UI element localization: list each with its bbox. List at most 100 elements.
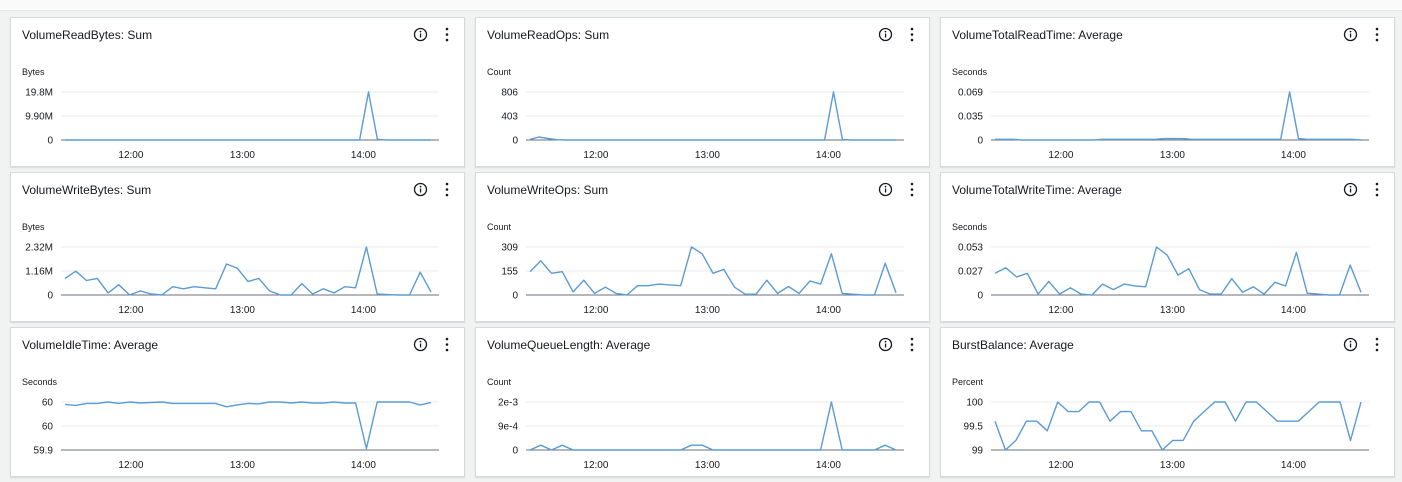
top-bar — [0, 0, 1402, 11]
x-tick-label: 12:00 — [583, 460, 608, 471]
x-tick-label: 12:00 — [118, 150, 143, 161]
info-circle-icon[interactable] — [878, 182, 893, 197]
y-tick-label: 0.069 — [958, 88, 983, 99]
x-tick-label: 13:00 — [230, 460, 255, 471]
x-tick-label: 12:00 — [118, 460, 143, 471]
x-tick-label: 12:00 — [1048, 305, 1073, 316]
y-tick-label: 806 — [501, 88, 518, 99]
widget-title: VolumeWriteBytes: Sum — [22, 183, 152, 197]
y-tick-label: 60 — [42, 422, 54, 433]
y-axis-unit: Count — [487, 377, 512, 387]
info-circle-icon[interactable] — [878, 337, 893, 352]
y-tick-label: 99.5 — [964, 422, 984, 433]
x-tick-label: 14:00 — [1281, 460, 1306, 471]
vertical-ellipsis-icon[interactable] — [1374, 336, 1380, 353]
x-tick-label: 14:00 — [351, 460, 376, 471]
y-tick-label: 0 — [977, 136, 983, 147]
y-tick-label: 9.90M — [25, 112, 53, 123]
y-tick-label: 403 — [501, 112, 518, 123]
metric-widget: 0 9e-4 2e-3 12:00 13:00 14:00 VolumeQueueLeng… — [475, 327, 930, 477]
y-tick-label: 2e-3 — [498, 398, 518, 409]
info-circle-icon[interactable] — [413, 182, 428, 197]
x-tick-label: 12:00 — [1048, 150, 1073, 161]
y-tick-label: 19.8M — [25, 88, 53, 99]
x-tick-label: 14:00 — [1281, 150, 1306, 161]
widget-title: BurstBalance: Average — [952, 338, 1074, 352]
info-circle-icon[interactable] — [878, 27, 893, 42]
x-tick-label: 14:00 — [351, 150, 376, 161]
y-axis-unit: Seconds — [22, 377, 58, 387]
info-circle-icon[interactable] — [413, 27, 428, 42]
y-tick-label: 60 — [42, 398, 54, 409]
x-tick-label: 14:00 — [351, 305, 376, 316]
metric-widget: 0 9.90M 19.8M 12:00 13:00 14:00 VolumeReadByt… — [10, 17, 465, 167]
info-circle-icon[interactable] — [1343, 27, 1358, 42]
info-circle-icon[interactable] — [1343, 337, 1358, 352]
vertical-ellipsis-icon[interactable] — [444, 26, 450, 43]
metric-widget: 0 1.16M 2.32M 12:00 13:00 14:00 VolumeWriteBy… — [10, 172, 465, 322]
x-tick-label: 14:00 — [816, 150, 841, 161]
y-axis-unit: Seconds — [952, 222, 988, 232]
y-tick-label: 9e-4 — [498, 422, 518, 433]
y-tick-label: 0.035 — [958, 112, 983, 123]
x-tick-label: 12:00 — [1048, 460, 1073, 471]
metric-widget: 0 0.035 0.069 12:00 13:00 14:00 VolumeTotalRe… — [940, 17, 1395, 167]
widget-title: VolumeIdleTime: Average — [22, 338, 159, 352]
x-tick-label: 13:00 — [1160, 305, 1185, 316]
vertical-ellipsis-icon[interactable] — [1374, 181, 1380, 198]
y-tick-label: 0 — [512, 136, 518, 147]
widget-title: VolumeTotalReadTime: Average — [952, 28, 1123, 42]
y-tick-label: 1.16M — [25, 267, 53, 278]
data-series-line — [64, 401, 432, 450]
y-tick-label: 2.32M — [25, 243, 53, 254]
metric-widget: 0 155 309 12:00 13:00 14:00 VolumeWriteOps: S… — [475, 172, 930, 322]
metric-widget: 0 403 806 12:00 13:00 14:00 VolumeReadOps: Su… — [475, 17, 930, 167]
y-tick-label: 0 — [47, 291, 53, 302]
y-tick-label: 0.053 — [958, 243, 983, 254]
y-tick-label: 0.027 — [958, 267, 983, 278]
y-tick-label: 0 — [512, 291, 518, 302]
y-tick-label: 155 — [501, 267, 518, 278]
vertical-ellipsis-icon[interactable] — [444, 336, 450, 353]
metric-widget: 59.9 60 60 12:00 13:00 14:00 VolumeIdleTime: … — [10, 327, 465, 477]
vertical-ellipsis-icon[interactable] — [1374, 26, 1380, 43]
info-circle-icon[interactable] — [413, 337, 428, 352]
x-tick-label: 13:00 — [695, 460, 720, 471]
info-circle-icon[interactable] — [1343, 182, 1358, 197]
y-tick-label: 59.9 — [34, 446, 54, 457]
y-tick-label: 0 — [512, 446, 518, 457]
x-tick-label: 12:00 — [583, 305, 608, 316]
widget-title: VolumeQueueLength: Average — [487, 338, 651, 352]
widget-title: VolumeReadOps: Sum — [487, 28, 610, 42]
y-axis-unit: Seconds — [952, 67, 988, 77]
x-tick-label: 13:00 — [1160, 460, 1185, 471]
widget-title: VolumeReadBytes: Sum — [22, 28, 153, 42]
x-tick-label: 14:00 — [1281, 305, 1306, 316]
x-tick-label: 13:00 — [1160, 150, 1185, 161]
y-axis-unit: Bytes — [22, 222, 45, 232]
x-tick-label: 14:00 — [816, 460, 841, 471]
y-axis-unit: Bytes — [22, 67, 45, 77]
x-tick-label: 13:00 — [230, 150, 255, 161]
y-tick-label: 0 — [977, 291, 983, 302]
y-tick-label: 99 — [972, 446, 984, 457]
widget-title: VolumeWriteOps: Sum — [487, 183, 609, 197]
metric-widget: 99 99.5 100 12:00 13:00 14:00 BurstBalance: A… — [940, 327, 1395, 477]
y-axis-unit: Percent — [952, 377, 984, 387]
x-tick-label: 13:00 — [695, 305, 720, 316]
y-tick-label: 0 — [47, 136, 53, 147]
y-axis-unit: Count — [487, 67, 512, 77]
x-tick-label: 12:00 — [118, 305, 143, 316]
y-tick-label: 100 — [966, 398, 983, 409]
vertical-ellipsis-icon[interactable] — [909, 26, 915, 43]
x-tick-label: 14:00 — [816, 305, 841, 316]
vertical-ellipsis-icon[interactable] — [444, 181, 450, 198]
vertical-ellipsis-icon[interactable] — [909, 336, 915, 353]
metric-widget: 0 0.027 0.053 12:00 13:00 14:00 VolumeTotalWr… — [940, 172, 1395, 322]
y-axis-unit: Count — [487, 222, 512, 232]
y-tick-label: 309 — [501, 243, 518, 254]
x-tick-label: 13:00 — [230, 305, 255, 316]
dashboard-grid: 0 9.90M 19.8M 12:00 13:00 14:00 VolumeReadByt… — [10, 17, 1395, 477]
vertical-ellipsis-icon[interactable] — [909, 181, 915, 198]
x-tick-label: 12:00 — [583, 150, 608, 161]
